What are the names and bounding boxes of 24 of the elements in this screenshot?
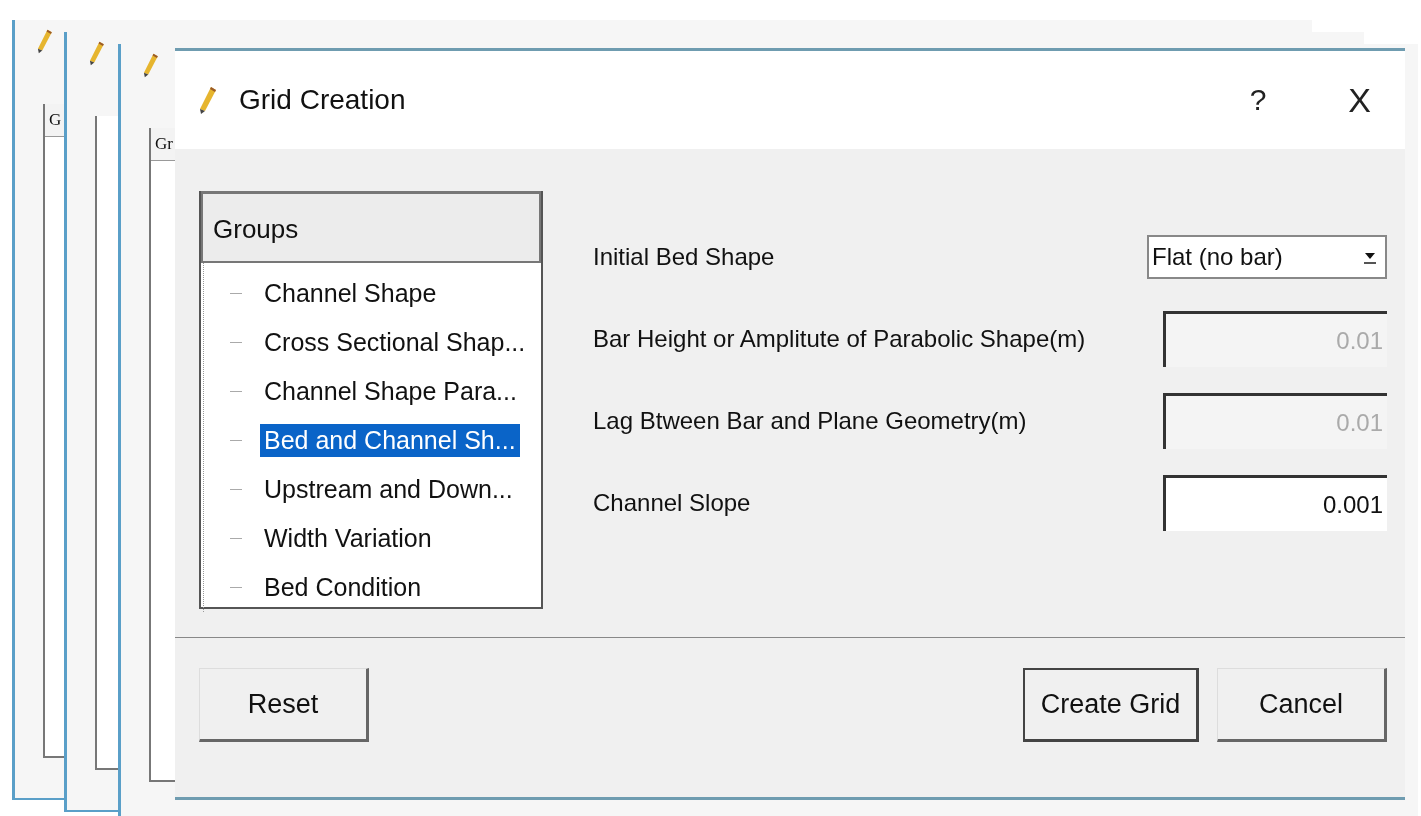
field-label: Channel Slope: [593, 489, 751, 517]
close-button[interactable]: X: [1340, 80, 1379, 120]
cancel-button[interactable]: Cancel: [1217, 668, 1387, 742]
pencil-icon: [35, 28, 53, 54]
reset-button[interactable]: Reset: [199, 668, 369, 742]
field-label: Initial Bed Shape: [593, 243, 775, 271]
tree-item[interactable]: Channel Shape: [260, 277, 441, 310]
tree-item[interactable]: Cross Sectional Shap...: [260, 326, 530, 359]
tree-item[interactable]: Bed Condition: [260, 571, 426, 604]
tree-item[interactable]: Width Variation: [260, 522, 436, 555]
pencil-icon: [87, 40, 105, 66]
window-title: Grid Creation: [239, 84, 406, 116]
create-grid-button[interactable]: Create Grid: [1023, 668, 1199, 742]
pencil-icon: [141, 52, 159, 78]
tree-header: Groups: [201, 191, 541, 263]
tree-item[interactable]: Upstream and Down...: [260, 473, 517, 506]
input-field[interactable]: 0.001: [1163, 475, 1387, 531]
tree-item[interactable]: Channel Shape Para...: [260, 375, 521, 408]
tree-item[interactable]: Bed and Channel Sh...: [260, 424, 520, 457]
dropdown[interactable]: Flat (no bar): [1147, 235, 1387, 279]
field-label: Bar Height or Amplitute of Parabolic Shape(m): [593, 325, 1086, 353]
help-button[interactable]: ?: [1241, 83, 1275, 117]
pencil-icon: [197, 85, 217, 115]
field-label: Lag Btween Bar and Plane Geometry(m): [593, 407, 1027, 435]
